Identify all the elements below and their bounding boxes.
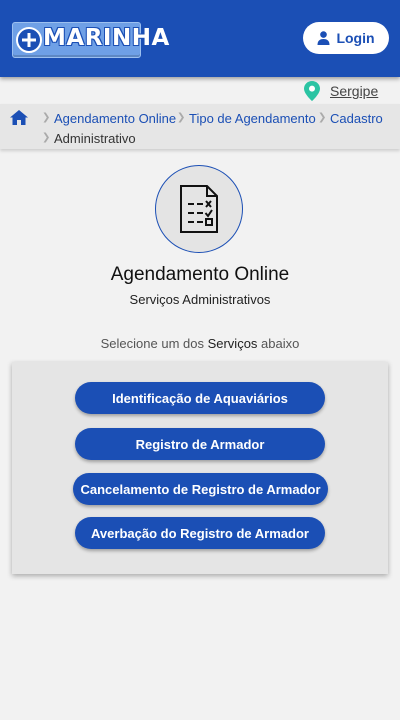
marinha-logo[interactable]: MARINHA xyxy=(12,22,169,58)
chevron-right-icon: ❯ xyxy=(177,112,186,123)
checklist-badge xyxy=(155,165,243,253)
instruction-prefix: Selecione um dos xyxy=(100,336,208,351)
service-button-cancelamento[interactable]: Cancelamento de Registro de Armador xyxy=(73,473,328,505)
logo-text: MARINHA xyxy=(43,25,170,51)
breadcrumb-item-current: Administrativo xyxy=(54,131,136,146)
login-button[interactable]: Login xyxy=(303,22,389,54)
breadcrumb-item-cadastro[interactable]: Cadastro xyxy=(330,111,383,126)
plus-icon xyxy=(16,27,42,53)
checklist-document-icon xyxy=(180,185,218,233)
chevron-right-icon: ❯ xyxy=(318,112,327,123)
user-icon xyxy=(317,31,330,45)
instruction-emphasis: Serviços xyxy=(207,336,258,351)
instruction-text: Selecione um dos Serviços abaixo xyxy=(0,336,400,351)
service-button-registro[interactable]: Registro de Armador xyxy=(75,428,325,460)
top-header: MARINHA Login xyxy=(0,0,400,77)
services-panel: Identificação de Aquaviários Registro de… xyxy=(12,362,388,574)
location-label[interactable]: Sergipe xyxy=(330,83,378,99)
map-pin-icon xyxy=(304,81,320,101)
location-selector[interactable]: Sergipe xyxy=(304,80,378,102)
breadcrumb-item-agendamento[interactable]: Agendamento Online xyxy=(54,111,176,126)
page-subtitle: Serviços Administrativos xyxy=(129,292,271,307)
home-icon[interactable] xyxy=(10,110,28,125)
service-button-averbacao[interactable]: Averbação do Registro de Armador xyxy=(75,517,325,549)
login-label: Login xyxy=(336,30,375,46)
page-title: Agendamento Online xyxy=(110,264,290,285)
breadcrumb: ❯ Agendamento Online ❯ Tipo de Agendamen… xyxy=(0,104,400,149)
instruction-suffix: abaixo xyxy=(257,336,300,351)
service-button-identificacao[interactable]: Identificação de Aquaviários xyxy=(75,382,325,414)
breadcrumb-item-tipo[interactable]: Tipo de Agendamento xyxy=(189,111,316,126)
chevron-right-icon: ❯ xyxy=(42,112,51,123)
chevron-right-icon: ❯ xyxy=(42,132,51,143)
